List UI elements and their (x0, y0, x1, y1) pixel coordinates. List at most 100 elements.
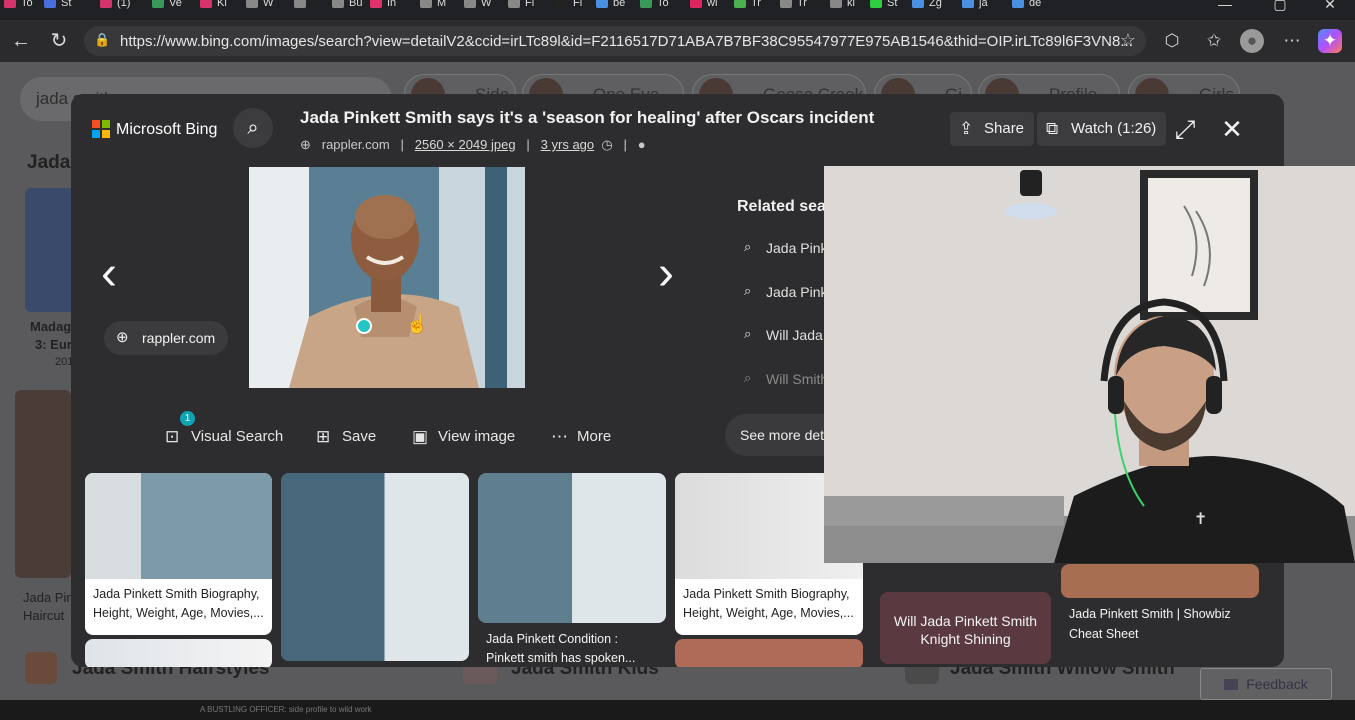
close-window-icon[interactable]: ✕ (1310, 0, 1350, 20)
grid-card-2[interactable] (281, 473, 469, 661)
tab-favicon-icon (332, 0, 344, 8)
bg-related-thumb-1[interactable] (25, 652, 57, 684)
minimize-icon[interactable]: — (1205, 0, 1245, 20)
grid-caption-1b: Height, Weight, Age, Movies,... (93, 606, 264, 620)
refresh-icon[interactable]: ↻ (46, 28, 72, 54)
modal-search-icon[interactable]: ⌕ (233, 108, 273, 148)
share-button[interactable]: ⇪ Share (950, 112, 1035, 146)
tab-label: Ve (169, 0, 182, 9)
card-showbiz-caption: Jada Pinkett Smith | Showbiz Cheat Sheet (1069, 607, 1231, 641)
next-image-arrow-icon[interactable]: › (648, 244, 684, 304)
menu-dots-icon[interactable]: ⋯ (1280, 29, 1304, 53)
copilot-icon[interactable]: ✦ (1318, 29, 1342, 53)
browser-tab[interactable]: wi (690, 0, 730, 16)
search-icon: ⌕ (744, 370, 752, 385)
tab-label: Bu (349, 0, 363, 9)
grid-card-3[interactable]: Jada Pinkett Condition : Pinkett smith h… (478, 473, 666, 667)
cursor-highlight (356, 318, 372, 334)
browser-tab[interactable]: Fi (556, 0, 596, 16)
browser-tab[interactable] (294, 0, 334, 16)
bg-movie-poster[interactable] (25, 188, 75, 312)
save-button[interactable]: ⊞ Save (316, 424, 376, 450)
grid-card-5[interactable] (85, 639, 272, 667)
tab-label: Fi (525, 0, 535, 9)
browser-tab[interactable]: St (870, 0, 910, 16)
browser-tab[interactable]: Ki (200, 0, 240, 16)
url-text[interactable]: https://www.bing.com/images/search?view=… (120, 33, 1133, 50)
expand-icon[interactable]: ⤢ (1168, 112, 1202, 146)
extensions-icon[interactable]: ⬡ (1160, 29, 1184, 53)
grid-caption-1a: Jada Pinkett Smith Biography, (93, 587, 260, 601)
meta-size[interactable]: 2560 × 2049 jpeg (415, 137, 516, 152)
bg-image-thumb[interactable] (15, 390, 71, 578)
more-button[interactable]: ⋯ More (551, 424, 611, 450)
browser-tab[interactable]: Ve (152, 0, 192, 16)
search-icon: ⌕ (744, 239, 752, 254)
grid-card-showbiz[interactable]: Jada Pinkett Smith | Showbiz Cheat Sheet (1061, 564, 1259, 664)
prev-image-arrow-icon[interactable]: ‹ (91, 244, 127, 304)
browser-tab[interactable]: de (1012, 0, 1052, 16)
image-title[interactable]: Jada Pinkett Smith says it's a 'season f… (300, 108, 874, 128)
tab-label: Zg (929, 0, 942, 9)
tab-favicon-icon (420, 0, 432, 8)
related-search-1[interactable]: ⌕ Jada Pink (744, 239, 827, 256)
grid-card-1[interactable]: Jada Pinkett Smith Biography, Height, We… (85, 473, 272, 635)
tab-favicon-icon (1012, 0, 1024, 8)
feedback-button[interactable]: Feedback (1200, 668, 1332, 700)
browser-tab[interactable]: M (420, 0, 460, 16)
browser-tab[interactable]: be (596, 0, 636, 16)
related-search-2[interactable]: ⌕ Jada Pink (744, 283, 827, 300)
browser-tab[interactable]: W (464, 0, 504, 16)
browser-tab[interactable]: W (246, 0, 286, 16)
browser-tab[interactable]: In (370, 0, 410, 16)
tab-favicon-icon (4, 0, 16, 8)
close-modal-icon[interactable]: ✕ (1215, 112, 1249, 146)
meta-source[interactable]: rappler.com (322, 137, 390, 152)
visual-search-button[interactable]: ⊡ Visual Search (165, 424, 283, 450)
browser-tab[interactable]: Tr (734, 0, 774, 16)
browser-tab[interactable]: Zg (912, 0, 952, 16)
grid-card-6[interactable] (675, 639, 863, 667)
tab-label: ja (979, 0, 988, 9)
share-icon: ⇪ (959, 119, 974, 138)
profile-avatar[interactable]: ● (1240, 29, 1264, 53)
save-icon: ⊞ (316, 427, 331, 446)
browser-tab[interactable]: Tr (780, 0, 820, 16)
source-pill[interactable]: ⊕ rappler.com (104, 321, 228, 355)
address-bar[interactable]: 🔒 https://www.bing.com/images/search?vie… (84, 26, 1146, 56)
back-arrow-icon[interactable]: ← (8, 28, 34, 54)
favorite-star-icon[interactable]: ☆ (1120, 30, 1136, 51)
tab-label: (1) (117, 0, 131, 9)
related-searches-heading: Related sea (737, 198, 826, 215)
search-icon: ⌕ (744, 283, 752, 298)
grid-image-1 (85, 473, 272, 579)
tab-favicon-icon (464, 0, 476, 8)
watch-button[interactable]: ⧉ Watch (1:26) (1037, 112, 1167, 146)
browser-tab[interactable]: kl (830, 0, 870, 16)
browser-tab[interactable]: (1) (100, 0, 140, 16)
related-search-4[interactable]: ⌕ Will Smith (744, 370, 828, 387)
view-image-button[interactable]: ▣ View image (412, 424, 515, 450)
lock-icon[interactable]: 🔒 (94, 32, 110, 48)
tab-favicon-icon (246, 0, 258, 8)
tab-label: To (21, 0, 33, 9)
tab-label: Tr (751, 0, 761, 9)
browser-tab[interactable]: To (4, 0, 44, 16)
related-search-3[interactable]: ⌕ Will Jada (744, 326, 823, 343)
info-icon[interactable]: ● (638, 137, 646, 152)
grid-card-will-jada[interactable]: Will Jada Pinkett Smith Knight Shining (880, 592, 1051, 664)
browser-tab[interactable]: St (44, 0, 84, 16)
tab-label: M (437, 0, 447, 9)
browser-tab[interactable]: Fi (508, 0, 548, 16)
maximize-icon[interactable]: ▢ (1260, 0, 1300, 20)
favorites-icon[interactable]: ✩ (1202, 29, 1226, 53)
meta-age[interactable]: 3 yrs ago (541, 137, 594, 152)
bg-caption-2: Haircut (23, 608, 65, 623)
microsoft-logo-icon (92, 120, 110, 138)
browser-tab[interactable]: Bu (332, 0, 372, 16)
tab-favicon-icon (370, 0, 382, 8)
browser-tab[interactable]: ja (962, 0, 1002, 16)
grid-caption-3b: Pinkett smith has spoken... (486, 651, 636, 665)
browser-tab[interactable]: To (640, 0, 680, 16)
main-image[interactable] (249, 167, 525, 388)
